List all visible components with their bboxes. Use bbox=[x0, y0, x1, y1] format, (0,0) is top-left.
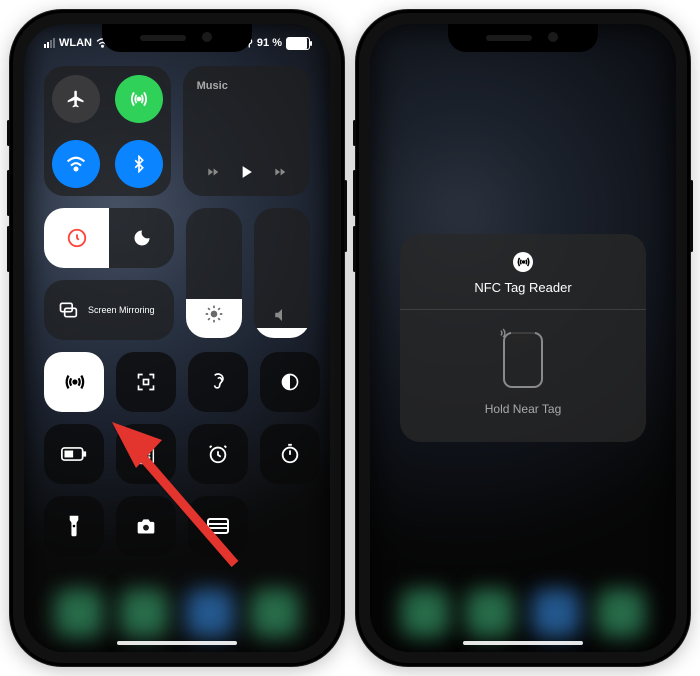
calculator-button[interactable] bbox=[116, 424, 176, 484]
play-icon[interactable] bbox=[236, 162, 256, 182]
volume-icon bbox=[273, 306, 291, 324]
prev-track-icon[interactable] bbox=[204, 165, 222, 179]
control-center: Music bbox=[24, 24, 330, 652]
timer-button[interactable] bbox=[260, 424, 320, 484]
phone-right: NFC Tag Reader Hold Near Tag bbox=[356, 10, 690, 666]
dark-mode-icon bbox=[280, 372, 300, 392]
home-indicator[interactable] bbox=[463, 641, 583, 645]
carrier-label: WLAN bbox=[59, 37, 92, 49]
popup-hint: Hold Near Tag bbox=[485, 402, 562, 416]
media-title: Music bbox=[197, 80, 296, 92]
connectivity-tile[interactable] bbox=[44, 66, 171, 196]
ear-icon bbox=[208, 372, 228, 392]
wifi-toggle[interactable] bbox=[52, 140, 100, 188]
brightness-icon bbox=[204, 304, 224, 324]
battery-percent: 91 % bbox=[257, 37, 282, 49]
volume-down-button[interactable] bbox=[7, 226, 10, 272]
battery-icon bbox=[286, 37, 310, 50]
orientation-lock-toggle[interactable] bbox=[44, 208, 109, 268]
focus-tile bbox=[44, 208, 174, 268]
dark-mode-button[interactable] bbox=[260, 352, 320, 412]
cellular-data-toggle[interactable] bbox=[115, 75, 163, 123]
phone-left: WLAN ⎋ ⚲ 91 % bbox=[10, 10, 344, 666]
bluetooth-toggle[interactable] bbox=[115, 140, 163, 188]
next-track-icon[interactable] bbox=[271, 165, 289, 179]
cellular-signal-icon bbox=[44, 38, 55, 48]
brightness-slider[interactable] bbox=[186, 208, 242, 338]
side-button[interactable] bbox=[344, 180, 347, 252]
notch bbox=[102, 24, 252, 52]
side-button[interactable] bbox=[690, 180, 693, 252]
screen-mirroring-label: Screen Mirroring bbox=[88, 305, 155, 315]
low-power-icon bbox=[61, 447, 87, 461]
media-tile[interactable]: Music bbox=[183, 66, 310, 196]
airplane-mode-toggle[interactable] bbox=[52, 75, 100, 123]
home-indicator[interactable] bbox=[117, 641, 237, 645]
flashlight-button[interactable] bbox=[44, 496, 104, 556]
popup-title: NFC Tag Reader bbox=[474, 280, 571, 295]
volume-down-button[interactable] bbox=[353, 226, 356, 272]
screen-mirroring-icon bbox=[56, 300, 80, 320]
alarm-button[interactable] bbox=[188, 424, 248, 484]
low-power-mode-button[interactable] bbox=[44, 424, 104, 484]
volume-slider[interactable] bbox=[254, 208, 310, 338]
qr-icon bbox=[136, 372, 156, 392]
flashlight-icon bbox=[67, 514, 81, 538]
camera-icon bbox=[134, 516, 158, 536]
volume-up-button[interactable] bbox=[7, 170, 10, 216]
notch bbox=[448, 24, 598, 52]
nfc-wave-icon bbox=[495, 326, 509, 340]
mute-switch[interactable] bbox=[353, 120, 356, 146]
wallet-icon bbox=[206, 517, 230, 535]
mute-switch[interactable] bbox=[7, 120, 10, 146]
volume-up-button[interactable] bbox=[353, 170, 356, 216]
timer-icon bbox=[279, 443, 301, 465]
nfc-icon bbox=[513, 252, 533, 272]
camera-button[interactable] bbox=[116, 496, 176, 556]
do-not-disturb-toggle[interactable] bbox=[109, 208, 174, 268]
nfc-reader-popup: NFC Tag Reader Hold Near Tag bbox=[400, 234, 646, 442]
wallet-button[interactable] bbox=[188, 496, 248, 556]
nfc-tag-reader-button[interactable] bbox=[44, 352, 104, 412]
calculator-icon bbox=[137, 443, 155, 465]
phone-outline-icon bbox=[503, 332, 543, 388]
controls-grid bbox=[44, 352, 310, 556]
alarm-icon-button bbox=[207, 443, 229, 465]
nfc-icon bbox=[63, 371, 85, 393]
screen-mirroring-button[interactable]: Screen Mirroring bbox=[44, 280, 174, 340]
hearing-button[interactable] bbox=[188, 352, 248, 412]
qr-scanner-button[interactable] bbox=[116, 352, 176, 412]
